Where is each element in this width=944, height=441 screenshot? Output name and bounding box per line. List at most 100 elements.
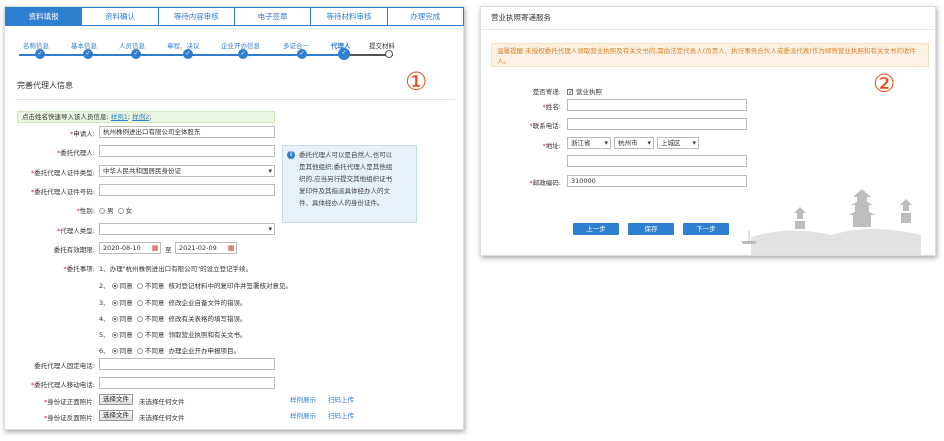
idno-label: *委托代理人证件号码:: [31, 188, 95, 196]
calendar-icon[interactable]: ▦: [151, 244, 159, 252]
district-select[interactable]: 上城区: [657, 137, 699, 149]
name-label-text: 姓名:: [545, 103, 561, 111]
step-complete[interactable]: 办理完成: [386, 7, 464, 26]
disagree-radio[interactable]: [136, 299, 143, 306]
substep-basic[interactable]: 基本信息: [71, 40, 97, 50]
info-line: 织的,应当另行提交其他组织证书: [299, 175, 393, 183]
agree-label: 同意: [119, 347, 133, 355]
phone-label: *联系电话:: [529, 122, 561, 130]
applicant-field[interactable]: 杭州株例进出口有限公司全体股东: [99, 126, 275, 138]
step-confirm[interactable]: 资料确认: [81, 7, 159, 26]
pagoda-landscape-image: [741, 189, 921, 255]
idtype-label: *委托代理人证件类型:: [31, 169, 95, 177]
matter-row: 6、 同意 不同意 办理企业开办申报项目。: [99, 345, 240, 355]
matter-text: 核对登记材料中的复印件并签署核对意见。: [168, 282, 293, 290]
substep-dot: ✓: [238, 49, 248, 59]
agree-radio[interactable]: [111, 331, 118, 338]
choose-file-button[interactable]: 选择文件: [99, 410, 133, 421]
substep-dot: ✓: [183, 49, 193, 59]
female-radio[interactable]: [117, 207, 124, 214]
divider: [481, 29, 935, 30]
disagree-label: 不同意: [144, 315, 165, 323]
address-detail-input[interactable]: [567, 155, 747, 167]
sample-link[interactable]: 样例展示: [290, 394, 316, 404]
info-line: 委托代理人可以是自然人,也可以: [299, 151, 393, 159]
agree-label: 同意: [119, 299, 133, 307]
matter-row: 4、 同意 不同意 修改有关表格的填写错误。: [99, 313, 247, 323]
substep-name[interactable]: 名称信息: [23, 40, 49, 50]
province-select[interactable]: 浙江省: [567, 137, 611, 149]
prev-button[interactable]: 上一步: [573, 223, 619, 235]
info-line: 件、具体经办人的身份证件。: [299, 199, 384, 207]
matter-text: 修改有关表格的填写错误。: [168, 315, 247, 323]
disagree-radio[interactable]: [136, 347, 143, 354]
example1-link[interactable]: 样例1: [111, 113, 128, 121]
female-label: 女: [125, 207, 133, 215]
scan-upload-link[interactable]: 扫码上传: [328, 394, 354, 404]
id-back-label-text: 身份证反面照片:: [47, 414, 95, 422]
step-fill[interactable]: 资料填报: [5, 7, 83, 26]
substep-charter[interactable]: 章程、决议: [167, 40, 200, 50]
applicant-label: *申请人:: [70, 130, 95, 138]
step-e-sign[interactable]: 电子签章: [233, 7, 312, 26]
calendar-icon[interactable]: ▦: [227, 244, 235, 252]
recipient-name-input[interactable]: [567, 99, 747, 111]
disagree-label: 不同意: [144, 331, 165, 339]
id-front-label: *身份证正面照片:: [44, 398, 95, 406]
mobile-input[interactable]: [99, 377, 275, 389]
matter-text: 修改企业自备文件的错误。: [168, 299, 247, 307]
fixed-phone-label: 委托代理人固定电话:: [34, 362, 95, 370]
idno-input[interactable]: [99, 184, 275, 196]
substep-submit[interactable]: 提交材料: [369, 40, 395, 50]
agree-radio[interactable]: [111, 282, 118, 289]
matters-label: *委托事项:: [63, 265, 95, 273]
disagree-radio[interactable]: [136, 315, 143, 322]
idtype-select[interactable]: 中华人民共和国居民身份证: [99, 165, 275, 177]
agree-label: 同意: [119, 282, 133, 290]
matter-no: 3、: [99, 299, 110, 307]
step-content-review[interactable]: 等待内容审核: [157, 7, 235, 26]
info-line: 复印件及其指派具体经办人的文: [299, 187, 390, 195]
idno-label-text: 委托代理人证件号码:: [34, 188, 95, 196]
choose-file-button[interactable]: 选择文件: [99, 394, 133, 405]
substep-dot-current: ✓: [338, 48, 350, 60]
matter-row: 5、 同意 不同意 领取营业执照和有关文书。: [99, 329, 247, 339]
substep-multi-cert[interactable]: 多证合一: [283, 40, 309, 50]
agent-name-input[interactable]: [99, 145, 275, 157]
no-file-text: 未选择任何文件: [139, 414, 185, 422]
phone-label-text: 联系电话:: [532, 122, 561, 130]
divider: [15, 99, 455, 100]
mail-option-label: 营业执照: [576, 88, 602, 96]
next-button[interactable]: 下一步: [683, 223, 729, 235]
agree-radio[interactable]: [111, 315, 118, 322]
step-material-review[interactable]: 等待材料审核: [310, 7, 388, 26]
scan-upload-link[interactable]: 扫码上传: [328, 410, 354, 420]
example2-link[interactable]: 样例2: [132, 113, 149, 121]
substep-personnel[interactable]: 人员信息: [119, 40, 145, 50]
agent-type-label: *代理人类型:: [57, 227, 95, 235]
male-radio[interactable]: [99, 207, 105, 214]
fixed-phone-input[interactable]: [99, 358, 275, 370]
matter-row: 3、 同意 不同意 修改企业自备文件的错误。: [99, 297, 247, 307]
checkbox-icon[interactable]: ✓: [567, 89, 573, 96]
no-file-text: 未选择任何文件: [139, 398, 185, 406]
zip-input[interactable]: 310000: [567, 175, 747, 187]
disagree-radio[interactable]: [136, 331, 143, 338]
city-select[interactable]: 杭州市: [614, 137, 654, 149]
zip-label: *邮政编码:: [529, 179, 561, 187]
idtype-label-text: 委托代理人证件类型:: [34, 169, 95, 177]
save-button[interactable]: 保存: [628, 223, 674, 235]
sample-link[interactable]: 样例展示: [290, 410, 316, 420]
phone-input[interactable]: [567, 118, 747, 130]
section-title: 完善代理人信息: [17, 81, 73, 90]
disagree-label: 不同意: [144, 347, 165, 355]
disagree-radio[interactable]: [136, 282, 143, 289]
agent-type-select[interactable]: [99, 223, 275, 235]
matter-no: 4、: [99, 315, 110, 323]
agree-radio[interactable]: [111, 299, 118, 306]
validity-label: 委托有效期限:: [53, 246, 95, 254]
matter-row: 2、 同意 不同意 核对登记材料中的复印件并签署核对意见。: [99, 280, 292, 290]
agree-label: 同意: [119, 315, 133, 323]
matter-no: 5、: [99, 331, 110, 339]
agree-radio[interactable]: [111, 347, 118, 354]
